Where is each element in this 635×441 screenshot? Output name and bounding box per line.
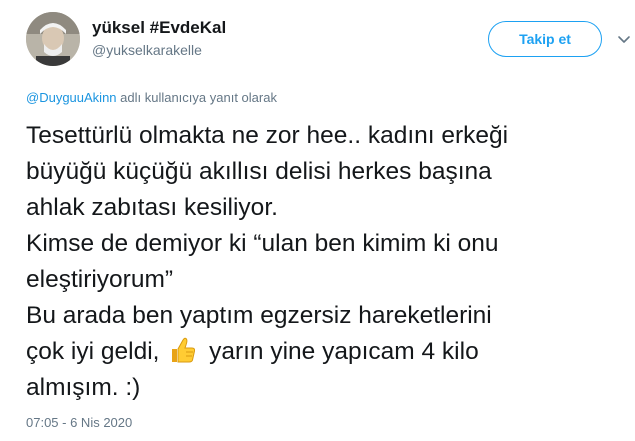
user-info: yüksel #EvdeKal @yukselkarakelle <box>92 18 226 60</box>
user-handle[interactable]: @yukselkarakelle <box>92 40 226 60</box>
tweet-line: almışım. :) <box>26 374 141 401</box>
tweet-timestamp[interactable]: 07:05 - 6 Nis 2020 <box>26 415 132 430</box>
tweet-line: ahlak zabıtası kesiliyor. <box>26 194 278 221</box>
tweet-line-part: yarın yine yapıcam 4 kilo <box>209 338 479 365</box>
tweet-line: eleştiriyorum” <box>26 266 174 293</box>
tweet-line-with-emoji: çok iyi geldi, yarın yine yapıcam 4 kilo <box>26 334 626 370</box>
tweet-text: Tesettürlü olmakta ne zor hee.. kadını e… <box>26 118 626 406</box>
tweet-line: Bu arada ben yaptım egzersiz hareketleri… <box>26 302 492 329</box>
thumbs-up-icon <box>172 337 196 363</box>
chevron-down-icon[interactable] <box>616 32 632 48</box>
tweet-line: Kimse de demiyor ki “ulan ben kimim ki o… <box>26 230 499 257</box>
avatar-image <box>26 12 80 66</box>
reply-context: @DuyguuAkinn adlı kullanıcıya yanıt olar… <box>26 90 277 105</box>
follow-button[interactable]: Takip et <box>488 21 602 57</box>
reply-context-text: adlı kullanıcıya yanıt olarak <box>116 90 277 105</box>
avatar[interactable] <box>26 12 80 66</box>
tweet-header: yüksel #EvdeKal @yukselkarakelle Takip e… <box>26 12 630 72</box>
reply-mention-link[interactable]: @DuyguuAkinn <box>26 90 117 105</box>
tweet-line: Tesettürlü olmakta ne zor hee.. kadını e… <box>26 122 509 149</box>
tweet-line: büyüğü küçüğü akıllısı delisi herkes baş… <box>26 158 492 185</box>
tweet-line-part: çok iyi geldi, <box>26 338 160 365</box>
display-name[interactable]: yüksel #EvdeKal <box>92 18 226 38</box>
